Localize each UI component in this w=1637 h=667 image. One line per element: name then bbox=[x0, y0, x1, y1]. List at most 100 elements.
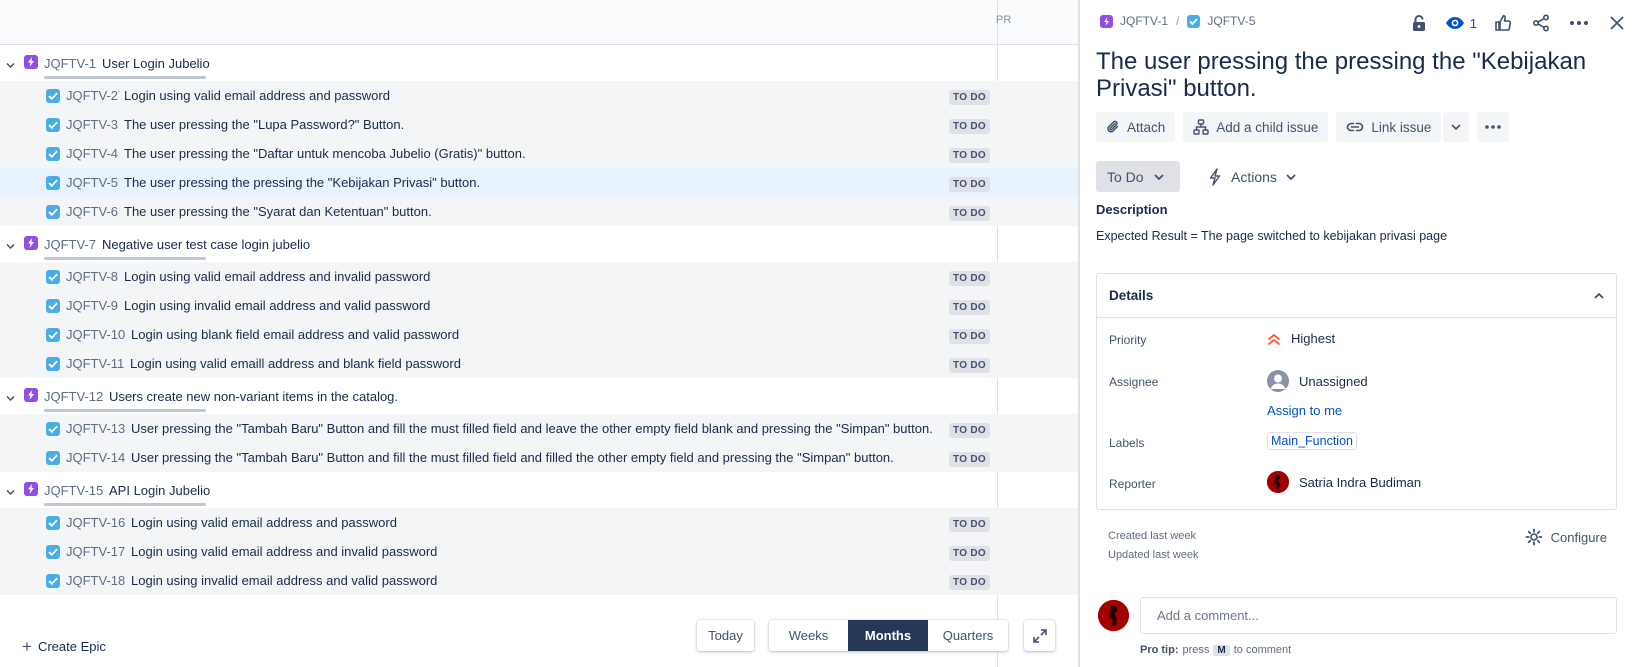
task-key: JQFTV-2 bbox=[66, 88, 119, 103]
task-icon bbox=[46, 147, 60, 161]
task-row[interactable]: JQFTV-8 Login using valid email address a… bbox=[0, 262, 1078, 291]
attach-button[interactable]: Attach bbox=[1096, 112, 1176, 142]
link-issue-dropdown-button[interactable] bbox=[1443, 112, 1470, 142]
chevron-down-icon bbox=[1286, 173, 1296, 180]
assign-to-me-link[interactable]: Assign to me bbox=[1267, 403, 1342, 418]
watch-button[interactable]: 1 bbox=[1445, 11, 1477, 35]
epic-progress-bar bbox=[44, 76, 206, 79]
task-row[interactable]: JQFTV-18 Login using invalid email addres… bbox=[0, 566, 1078, 595]
issue-detail-panel: JQFTV-1 / JQFTV-5 1 The user pressing th… bbox=[1078, 0, 1637, 667]
task-row[interactable]: JQFTV-14 User pressing the "Tambah Baru" … bbox=[0, 443, 1078, 472]
chevron-down-icon[interactable] bbox=[6, 390, 15, 402]
details-panel: Details Priority Highest Assignee Unassi… bbox=[1096, 273, 1617, 510]
status-dropdown[interactable]: To Do bbox=[1096, 161, 1180, 192]
more-apps-button[interactable] bbox=[1477, 112, 1510, 142]
details-header[interactable]: Details bbox=[1097, 274, 1616, 318]
epic-row[interactable]: JQFTV-7 Negative user test case login jub… bbox=[0, 226, 1078, 262]
task-key: JQFTV-18 bbox=[66, 573, 126, 588]
more-actions-button[interactable] bbox=[1567, 11, 1591, 35]
description-text[interactable]: Expected Result = The page switched to k… bbox=[1096, 229, 1447, 243]
task-icon bbox=[46, 205, 60, 219]
task-key: JQFTV-8 bbox=[66, 269, 119, 284]
status-lozenge: TO DO bbox=[949, 148, 990, 163]
fullscreen-button[interactable] bbox=[1024, 620, 1055, 651]
task-row[interactable]: JQFTV-2 Login using valid email address a… bbox=[0, 81, 1078, 110]
timeline-cell bbox=[997, 197, 1078, 226]
label-chip[interactable]: Main_Function bbox=[1267, 432, 1357, 450]
breadcrumb-epic-link[interactable]: JQFTV-1 bbox=[1120, 14, 1168, 28]
timeline-cell bbox=[997, 443, 1078, 472]
reporter-avatar bbox=[1267, 471, 1289, 493]
epic-row[interactable]: JQFTV-15 API Login Jubelio bbox=[0, 472, 1078, 508]
timeline-cell bbox=[997, 168, 1078, 197]
task-row[interactable]: JQFTV-16 Login using valid email address … bbox=[0, 508, 1078, 537]
create-epic-button[interactable]: + Create Epic bbox=[22, 637, 106, 656]
task-icon bbox=[46, 176, 60, 190]
task-icon bbox=[46, 89, 60, 103]
epic-key: JQFTV-7 bbox=[44, 237, 97, 252]
pro-tip-press: press bbox=[1182, 644, 1210, 656]
task-summary: Login using valid email address and pass… bbox=[124, 88, 390, 103]
close-panel-button[interactable] bbox=[1605, 11, 1629, 35]
task-row[interactable]: JQFTV-11 Login using valid emaill address… bbox=[0, 349, 1078, 378]
hierarchy-icon bbox=[1193, 119, 1209, 135]
task-summary: User pressing the "Tambah Baru" Button a… bbox=[131, 421, 933, 436]
share-button[interactable] bbox=[1529, 11, 1553, 35]
breadcrumb-separator: / bbox=[1176, 14, 1180, 28]
scale-quarters-button[interactable]: Quarters bbox=[928, 620, 1008, 651]
task-key: JQFTV-17 bbox=[66, 544, 126, 559]
task-row[interactable]: JQFTV-9 Login using invalid email address… bbox=[0, 291, 1078, 320]
epic-row[interactable]: JQFTV-12 Users create new non-variant ite… bbox=[0, 378, 1078, 414]
epic-key: JQFTV-12 bbox=[44, 389, 104, 404]
task-row[interactable]: JQFTV-6 The user pressing the "Syarat dan… bbox=[0, 197, 1078, 226]
add-child-issue-button[interactable]: Add a child issue bbox=[1183, 112, 1329, 142]
status-lozenge: TO DO bbox=[949, 575, 990, 590]
link-issue-button[interactable]: Link issue bbox=[1336, 112, 1442, 142]
labels-field: Main_Function bbox=[1267, 432, 1357, 450]
task-row[interactable]: JQFTV-5 The user pressing the pressing th… bbox=[0, 168, 1078, 197]
breadcrumb-issue-link[interactable]: JQFTV-5 bbox=[1207, 14, 1255, 28]
priority-highest-icon bbox=[1268, 333, 1280, 345]
priority-field[interactable]: Highest bbox=[1267, 331, 1335, 346]
status-label: To Do bbox=[1107, 168, 1144, 185]
lock-button[interactable] bbox=[1407, 11, 1431, 35]
task-key: JQFTV-13 bbox=[66, 421, 126, 436]
comment-input[interactable]: Add a comment... bbox=[1140, 597, 1617, 634]
chevron-down-icon[interactable] bbox=[6, 484, 15, 496]
task-row[interactable]: JQFTV-13 User pressing the "Tambah Baru" … bbox=[0, 414, 1078, 443]
task-key: JQFTV-6 bbox=[66, 204, 119, 219]
task-summary: The user pressing the "Syarat dan Ketent… bbox=[124, 204, 432, 219]
task-row[interactable]: JQFTV-4 The user pressing the "Daftar unt… bbox=[0, 139, 1078, 168]
create-epic-label: Create Epic bbox=[37, 639, 106, 654]
task-key: JQFTV-11 bbox=[66, 356, 125, 371]
epic-row[interactable]: JQFTV-1 User Login Jubelio bbox=[0, 45, 1078, 81]
scale-weeks-button[interactable]: Weeks bbox=[769, 620, 848, 651]
task-icon bbox=[46, 451, 60, 465]
scale-months-button[interactable]: Months bbox=[848, 620, 928, 651]
assignee-field[interactable]: Unassigned bbox=[1267, 370, 1368, 392]
chevron-down-icon[interactable] bbox=[6, 238, 15, 250]
task-row[interactable]: JQFTV-3 The user pressing the "Lupa Passw… bbox=[0, 110, 1078, 139]
configure-button[interactable]: Configure bbox=[1525, 528, 1607, 546]
vote-button[interactable] bbox=[1491, 11, 1515, 35]
status-lozenge: TO DO bbox=[949, 452, 990, 467]
today-button[interactable]: Today bbox=[697, 620, 754, 651]
reporter-field[interactable]: Satria Indra Budiman bbox=[1267, 471, 1421, 493]
status-lozenge: TO DO bbox=[949, 206, 990, 221]
epic-progress-bar bbox=[44, 409, 206, 412]
actions-dropdown[interactable]: Actions bbox=[1200, 161, 1304, 192]
task-row[interactable]: JQFTV-17 Login using valid email address … bbox=[0, 537, 1078, 566]
plus-icon: + bbox=[22, 637, 32, 656]
task-row[interactable]: JQFTV-10 Login using blank field email ad… bbox=[0, 320, 1078, 349]
chevron-down-icon[interactable] bbox=[6, 57, 15, 69]
epic-summary: Users create new non-variant items in th… bbox=[109, 389, 399, 404]
priority-label: Priority bbox=[1109, 333, 1147, 347]
issue-title[interactable]: The user pressing the pressing the "Kebi… bbox=[1096, 48, 1596, 102]
task-summary: Login using valid email address and inva… bbox=[124, 269, 431, 284]
status-lozenge: TO DO bbox=[949, 423, 990, 438]
task-summary: User pressing the "Tambah Baru" Button a… bbox=[131, 450, 894, 465]
more-horizontal-icon bbox=[1485, 125, 1502, 129]
timeline-cell bbox=[997, 508, 1078, 537]
timeline-cell bbox=[997, 349, 1078, 378]
issue-action-buttons: Attach Add a child issue Link issue bbox=[1096, 112, 1510, 142]
